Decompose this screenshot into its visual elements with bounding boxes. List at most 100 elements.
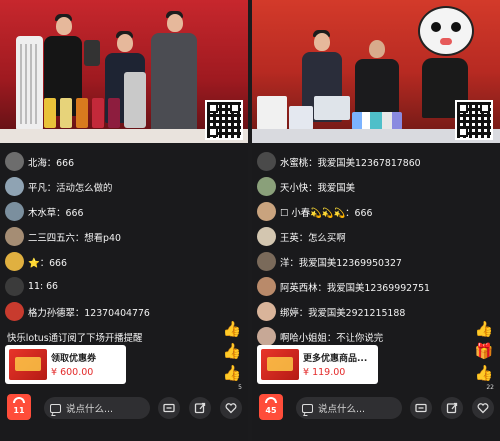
avatar[interactable] xyxy=(5,177,24,196)
comment-input[interactable]: 说点什么... xyxy=(44,397,150,419)
comment-user: 王英 xyxy=(280,232,299,244)
notice-text: 快乐lotus通订阅了下场开播提醒 xyxy=(7,332,143,344)
avatar[interactable] xyxy=(257,202,276,221)
comment-item: 王英：怎么买啊 xyxy=(257,225,495,248)
heart-icon[interactable] xyxy=(472,397,494,419)
juice-bottles xyxy=(44,98,120,128)
comment-item: 天小快：我爱国美 xyxy=(257,175,495,198)
like-count: 22 xyxy=(486,384,494,391)
comment-text: 活动怎么做的 xyxy=(56,182,113,194)
like-animation: 👍 👍 👍 xyxy=(221,318,243,384)
comment-text: 我爱国美12367817860 xyxy=(317,157,421,169)
qr-code[interactable] xyxy=(205,100,243,140)
coupon-price: ¥ 600.00 xyxy=(51,367,94,378)
comment-user: 阿英西林 xyxy=(280,282,318,294)
comment-text: 我爱国美12369992751 xyxy=(326,282,431,294)
comment-text: 12370404776 xyxy=(84,307,150,319)
coupon-title: 领取优惠券 xyxy=(51,354,97,364)
comment-user: ☐ 小春💫💫💫 xyxy=(280,207,346,219)
comment-input[interactable]: 说点什么... xyxy=(296,397,402,419)
avatar[interactable] xyxy=(257,327,276,346)
comment-user: 绑婷 xyxy=(280,307,299,319)
share-icon[interactable] xyxy=(441,397,463,419)
laptop-product xyxy=(314,96,350,120)
comment-user: 平凡 xyxy=(28,182,47,194)
comment-item: 二三四五六：想看p40 xyxy=(5,225,243,248)
comment-placeholder: 说点什么... xyxy=(318,404,366,415)
avatar[interactable] xyxy=(257,302,276,321)
coupon-icon[interactable] xyxy=(410,397,432,419)
qr-code[interactable] xyxy=(455,100,493,140)
coupon-thumbnail xyxy=(9,349,47,380)
comment-list: 水蜜桃：我爱国美12367817860 天小快：我爱国美 ☐ 小春💫💫💫：666… xyxy=(257,150,495,350)
thumbs-up-icon: 👍 xyxy=(474,364,494,382)
livestream-panel-left: 北海：666 平凡：活动怎么做的 木水草：666 二三四五六：想看p40 ⭐：6… xyxy=(0,0,248,441)
avatar[interactable] xyxy=(257,227,276,246)
comment-text: 不让你说完 xyxy=(336,332,384,344)
thumbs-up-icon: 👍 xyxy=(222,364,242,382)
comment-item: ⭐：666 xyxy=(5,250,243,273)
appliance-product xyxy=(257,96,287,130)
avatar[interactable] xyxy=(5,277,24,296)
thumbs-up-icon: 👍 xyxy=(222,342,242,360)
comment-user: 天小快 xyxy=(280,182,309,194)
comment-text: 我爱国美12369950327 xyxy=(298,257,402,269)
comment-user: ⭐ xyxy=(28,257,40,269)
like-animation: 👍 🎁 👍 xyxy=(473,318,495,384)
comment-item: 格力孙德翠：12370404776 xyxy=(5,300,243,323)
blender-product xyxy=(84,40,100,66)
comment-item: 阿英西林：我爱国美12369992751 xyxy=(257,275,495,298)
comment-item: 洋：我爱国美12369950327 xyxy=(257,250,495,273)
comment-text: 666 xyxy=(65,207,84,219)
livestream-panel-right: 水蜜桃：我爱国美12367817860 天小快：我爱国美 ☐ 小春💫💫💫：666… xyxy=(252,0,500,441)
comment-text: 想看p40 xyxy=(84,232,121,244)
cart-count: 45 xyxy=(265,406,277,415)
cart-icon[interactable]: 11 xyxy=(7,394,31,420)
tiger-mascot xyxy=(418,6,474,62)
comment-list: 北海：666 平凡：活动怎么做的 木水草：666 二三四五六：想看p40 ⭐：6… xyxy=(5,150,243,350)
avatar[interactable] xyxy=(5,202,24,221)
comment-placeholder: 说点什么... xyxy=(66,404,114,415)
coupon-icon[interactable] xyxy=(158,397,180,419)
thumbs-up-icon: 👍 xyxy=(474,320,494,338)
chat-icon xyxy=(302,403,313,413)
like-count: 5 xyxy=(238,384,242,391)
cart-count: 11 xyxy=(13,406,25,415)
thumbs-up-icon: 👍 xyxy=(222,320,242,338)
product-price: ¥ 119.00 xyxy=(303,367,346,378)
comment-item: 北海：666 xyxy=(5,150,243,173)
live-video-left[interactable] xyxy=(0,0,248,143)
comment-user: 11 xyxy=(28,281,40,292)
comment-text: 我爱国美2921215188 xyxy=(308,307,406,319)
avatar[interactable] xyxy=(257,152,276,171)
live-video-right[interactable] xyxy=(252,0,500,143)
share-icon[interactable] xyxy=(189,397,211,419)
comment-text: 66 xyxy=(46,281,59,292)
cart-icon[interactable]: 45 xyxy=(259,394,283,420)
avatar[interactable] xyxy=(257,252,276,271)
comment-text: 我爱国美 xyxy=(317,182,356,194)
chat-icon xyxy=(50,403,61,413)
comment-text: 怎么买啊 xyxy=(308,232,346,244)
bottom-toolbar: 11 说点什么... xyxy=(0,392,248,426)
avatar[interactable] xyxy=(257,177,276,196)
heart-icon[interactable] xyxy=(220,397,242,419)
comment-item: 水蜜桃：我爱国美12367817860 xyxy=(257,150,495,173)
avatar[interactable] xyxy=(5,302,24,321)
product-title: 更多优惠商品... xyxy=(303,354,368,364)
gift-icon: 🎁 xyxy=(474,342,494,360)
coupon-card[interactable]: 领取优惠券 ¥ 600.00 xyxy=(5,345,126,384)
avatar[interactable] xyxy=(5,227,24,246)
comment-item: 平凡：活动怎么做的 xyxy=(5,175,243,198)
small-products xyxy=(352,112,402,130)
comment-user: 格力孙德翠 xyxy=(28,307,75,319)
avatar[interactable] xyxy=(5,252,24,271)
avatar[interactable] xyxy=(257,277,276,296)
product-card[interactable]: 更多优惠商品... ¥ 119.00 xyxy=(257,345,378,384)
comment-user: 二三四五六 xyxy=(28,232,75,244)
comment-user: 啊哈小姐姐 xyxy=(280,332,327,344)
bottom-toolbar: 45 说点什么... xyxy=(252,392,500,426)
comment-user: 北海 xyxy=(28,157,47,169)
comment-user: 木水草 xyxy=(28,207,57,219)
avatar[interactable] xyxy=(5,152,24,171)
